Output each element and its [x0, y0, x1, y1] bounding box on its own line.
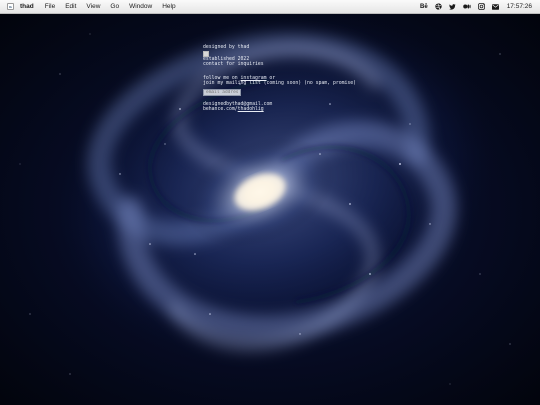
designed-by-text: designed by thad	[203, 45, 250, 50]
twitter-icon[interactable]	[448, 3, 456, 10]
menu-edit[interactable]: Edit	[65, 3, 76, 10]
behance-prefix: behance.com/	[203, 107, 238, 113]
behance-line: behance.com/thadohlig	[203, 107, 383, 112]
mailing-list-text: join my mailing list (coming soon) (no s…	[203, 80, 357, 86]
behance-link[interactable]: thadohlig	[238, 107, 264, 112]
menu-help[interactable]: Help	[162, 3, 175, 10]
follow-suffix: or	[266, 75, 276, 81]
follow-prefix: follow me on	[203, 75, 241, 81]
app-name[interactable]: thad	[20, 3, 34, 10]
clock: 17:57:26	[506, 3, 532, 10]
instagram-link[interactable]: instagram	[241, 76, 267, 81]
behance-icon[interactable]: Bē	[420, 4, 428, 10]
email-input[interactable]	[203, 89, 241, 97]
instagram-icon[interactable]	[477, 3, 485, 10]
page-content: designed by thad established 2022 contac…	[203, 45, 383, 112]
menu-go[interactable]: Go	[110, 3, 119, 10]
mail-icon[interactable]	[491, 3, 499, 10]
menu-bar: thad File Edit View Go Window Help Bē 17…	[0, 0, 540, 14]
menu-window[interactable]: Window	[129, 3, 152, 10]
medium-icon[interactable]	[462, 4, 471, 9]
menu-view[interactable]: View	[86, 3, 100, 10]
status-area: Bē 17:57:26	[413, 0, 532, 13]
menu-file[interactable]: File	[45, 3, 55, 10]
app-icon[interactable]	[7, 3, 14, 10]
dribbble-icon[interactable]	[435, 3, 442, 10]
